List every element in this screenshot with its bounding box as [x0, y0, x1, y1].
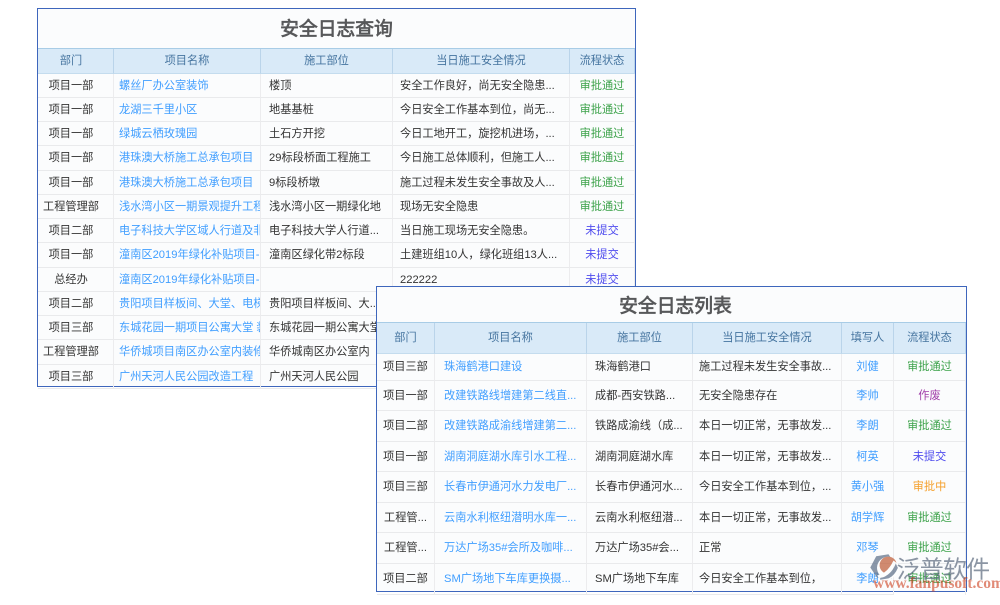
svg-text:www.fanpusoft.com: www.fanpusoft.com: [873, 575, 1000, 592]
